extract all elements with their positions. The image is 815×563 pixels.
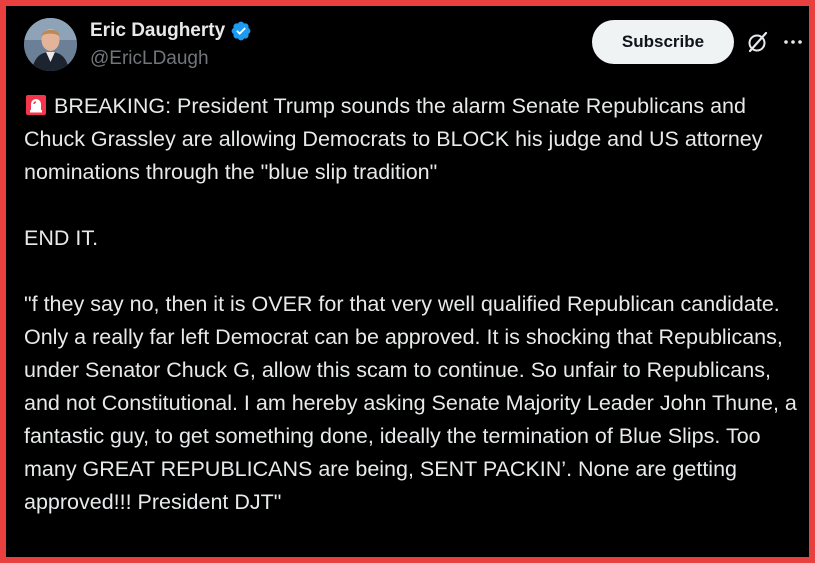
tweet-paragraph-3: "f they say no, then it is OVER for that… — [24, 292, 797, 514]
display-name[interactable]: Eric Daugherty — [90, 19, 225, 43]
tweet-paragraph-1-text: BREAKING: President Trump sounds the ala… — [24, 94, 763, 184]
tweet-header: Eric Daugherty @EricLDaugh Subscribe — [24, 15, 802, 75]
more-dots-icon[interactable] — [781, 30, 805, 54]
tweet-card: Eric Daugherty @EricLDaugh Subscribe BRE… — [0, 0, 815, 563]
grok-slash-icon[interactable] — [746, 30, 770, 54]
verified-badge-icon[interactable] — [230, 20, 252, 42]
display-name-row: Eric Daugherty — [90, 19, 252, 43]
author-handle[interactable]: @EricLDaugh — [90, 47, 252, 71]
avatar[interactable] — [24, 18, 77, 71]
author-info: Eric Daugherty @EricLDaugh — [90, 19, 252, 71]
tweet-paragraph-1: BREAKING: President Trump sounds the ala… — [24, 90, 804, 189]
subscribe-button[interactable]: Subscribe — [592, 20, 734, 64]
tweet-text: BREAKING: President Trump sounds the ala… — [24, 90, 804, 519]
siren-icon — [24, 93, 48, 117]
tweet-paragraph-2: END IT. — [24, 226, 99, 250]
